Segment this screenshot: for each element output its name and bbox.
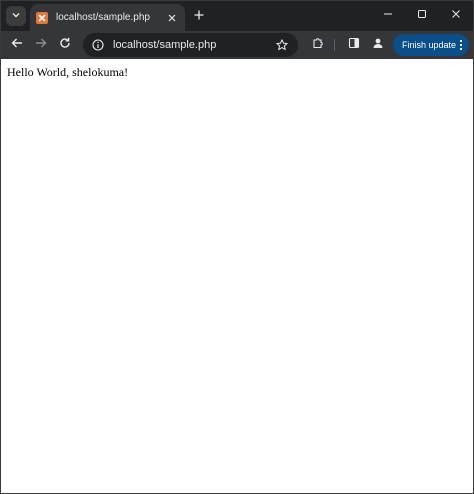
- arrow-right-icon: [35, 36, 47, 54]
- tab-search-button[interactable]: [6, 6, 26, 26]
- arrow-left-icon: [11, 36, 23, 54]
- tab-title: localhost/sample.php: [56, 12, 150, 23]
- window-controls: [371, 1, 473, 29]
- info-icon[interactable]: [91, 38, 105, 52]
- side-panel-icon: [348, 36, 360, 54]
- tab-active[interactable]: localhost/sample.php: [30, 4, 185, 31]
- page-viewport: Hello World, shelokuma!: [1, 59, 473, 493]
- close-icon[interactable]: [165, 11, 179, 25]
- kebab-menu-icon[interactable]: [456, 38, 465, 52]
- plus-icon: [194, 7, 204, 25]
- profile-icon: [372, 36, 384, 54]
- minimize-button[interactable]: [371, 1, 405, 29]
- side-panel-button[interactable]: [345, 36, 363, 54]
- address-bar[interactable]: localhost/sample.php: [83, 33, 298, 57]
- tab-strip: localhost/sample.php: [1, 1, 473, 31]
- new-tab-button[interactable]: [191, 8, 207, 24]
- maximize-icon: [417, 6, 427, 24]
- xampp-favicon-icon: [36, 11, 48, 24]
- reload-icon: [59, 36, 71, 54]
- finish-update-button[interactable]: Finish update: [393, 34, 469, 56]
- toolbar: localhost/sample.php Finish update: [1, 31, 473, 59]
- extensions-button[interactable]: [309, 36, 327, 54]
- url-text: localhost/sample.php: [113, 39, 217, 51]
- toolbar-divider: [334, 39, 335, 51]
- finish-update-label: Finish update: [402, 40, 457, 50]
- forward-button[interactable]: [32, 36, 50, 54]
- close-window-icon: [451, 6, 461, 24]
- close-window-button[interactable]: [439, 1, 473, 29]
- puzzle-icon: [312, 36, 324, 54]
- back-button[interactable]: [8, 36, 26, 54]
- page-text: Hello World, shelokuma!: [7, 65, 129, 79]
- maximize-button[interactable]: [405, 1, 439, 29]
- minimize-icon: [383, 6, 393, 24]
- star-icon[interactable]: [274, 37, 290, 53]
- profile-button[interactable]: [369, 36, 387, 54]
- chevron-down-icon: [11, 7, 21, 25]
- reload-button[interactable]: [56, 36, 74, 54]
- browser-window: localhost/sample.php localhost/sample.ph…: [0, 0, 474, 494]
